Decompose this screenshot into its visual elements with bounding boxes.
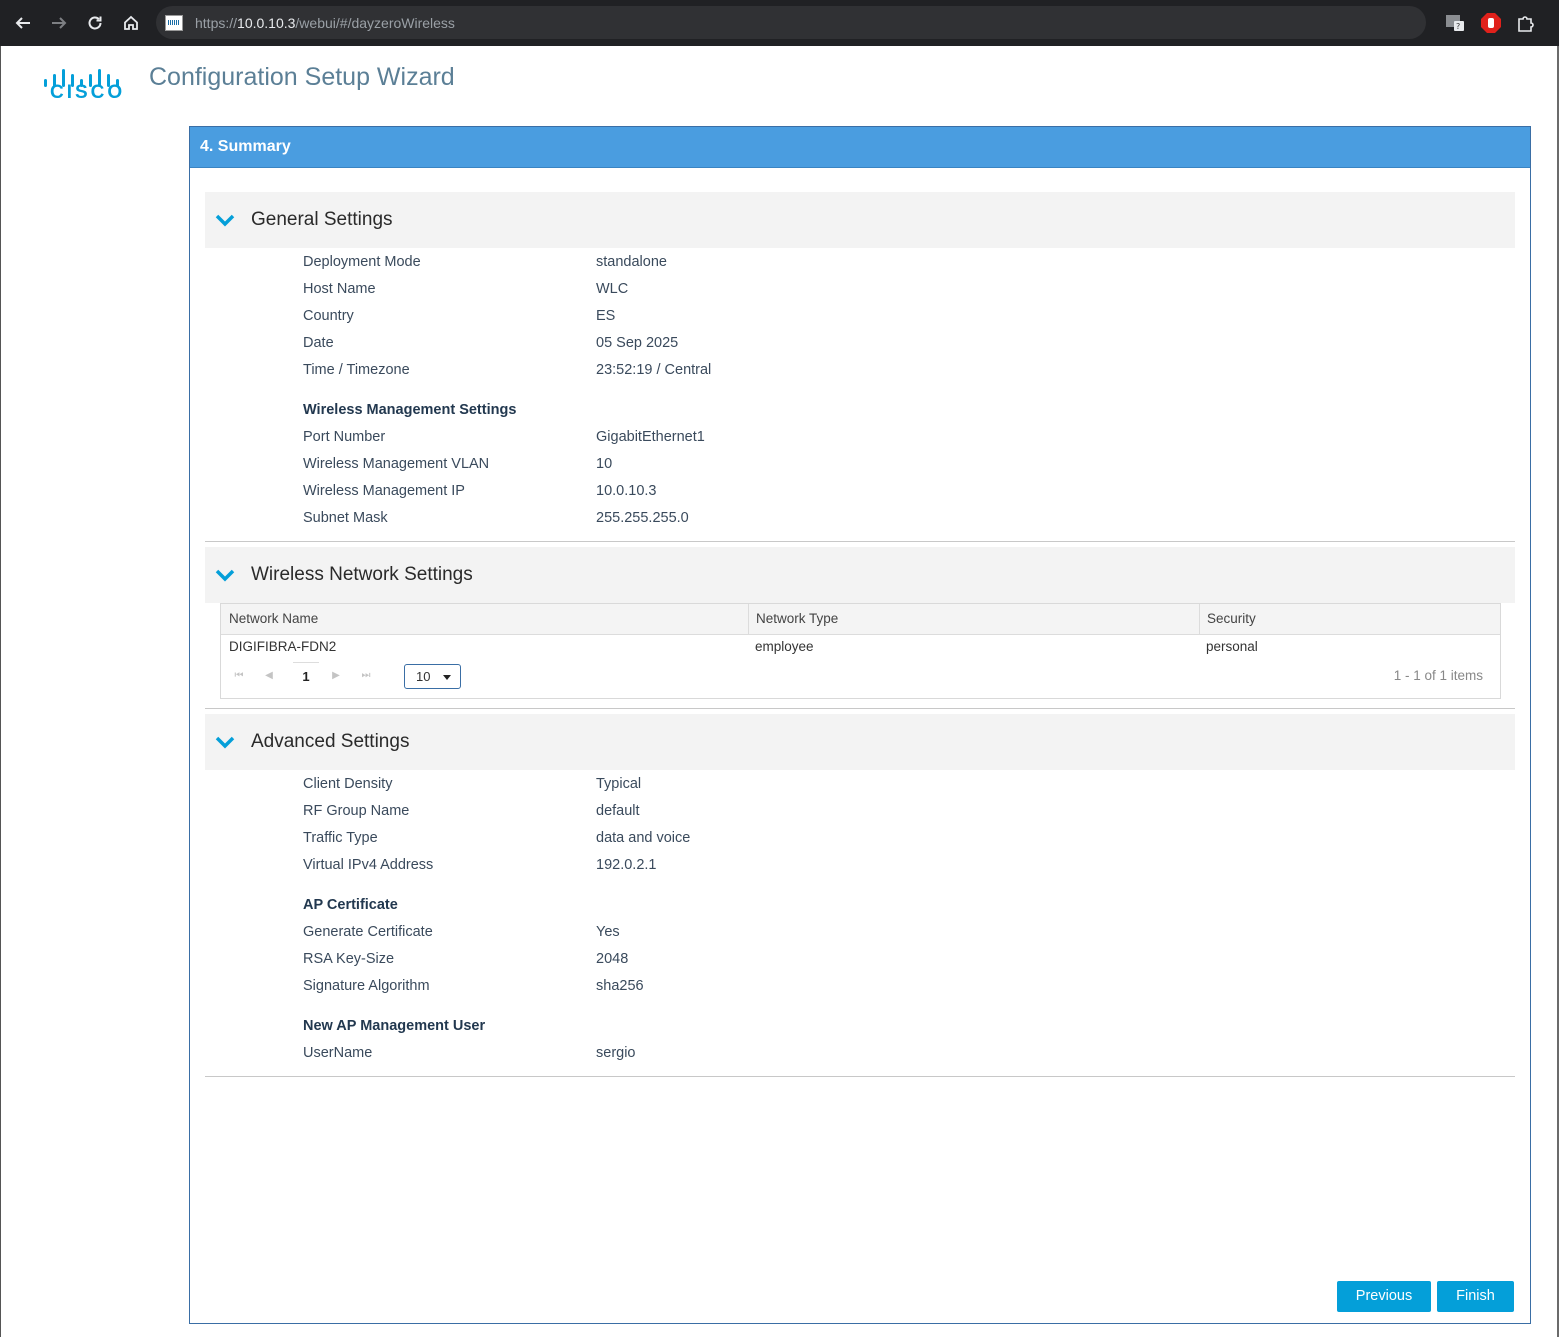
home-icon bbox=[124, 15, 138, 30]
cell-security: personal bbox=[1206, 639, 1258, 654]
column-header-network-type[interactable]: Network Type bbox=[748, 604, 1199, 634]
section-title: Advanced Settings bbox=[251, 731, 410, 752]
previous-button[interactable]: Previous bbox=[1337, 1281, 1431, 1312]
window-border bbox=[0, 46, 1, 1337]
first-page-icon[interactable]: ⏮ bbox=[231, 662, 247, 690]
section-title: General Settings bbox=[251, 209, 393, 230]
chevron-down-icon bbox=[215, 214, 235, 227]
home-button[interactable] bbox=[113, 5, 149, 41]
back-button[interactable] bbox=[5, 5, 41, 41]
page-size-value: 10 bbox=[416, 669, 431, 684]
address-bar[interactable]: https://10.0.10.3/webui/#/dayzeroWireles… bbox=[156, 6, 1426, 39]
section-divider bbox=[205, 1076, 1515, 1077]
forward-button[interactable] bbox=[41, 5, 77, 41]
column-header-security[interactable]: Security bbox=[1199, 604, 1500, 634]
arrow-left-icon bbox=[15, 17, 30, 29]
cell-network-type: employee bbox=[755, 639, 814, 654]
current-page[interactable]: 1 bbox=[293, 662, 319, 691]
chevron-down-icon bbox=[215, 569, 235, 582]
wireless-network-settings-header[interactable]: Wireless Network Settings bbox=[205, 547, 1515, 603]
translate-extension-icon[interactable]: ? bbox=[1445, 12, 1467, 34]
last-page-icon[interactable]: ⏭ bbox=[358, 662, 374, 690]
browser-toolbar: https://10.0.10.3/webui/#/dayzeroWireles… bbox=[0, 0, 1559, 46]
reload-button[interactable] bbox=[77, 5, 113, 41]
ap-certificate-subheading: AP Certificate bbox=[303, 897, 398, 913]
section-title: Wireless Network Settings bbox=[251, 564, 473, 585]
grid-pager: ⏮ ◀ 1 ▶ ⏭ 10 1 - 1 of 1 items bbox=[221, 662, 1500, 694]
cell-network-name: DIGIFIBRA-FDN2 bbox=[229, 639, 337, 654]
section-divider bbox=[205, 541, 1515, 542]
page-title: Configuration Setup Wizard bbox=[149, 63, 455, 91]
address-url: https://10.0.10.3/webui/#/dayzeroWireles… bbox=[195, 14, 455, 31]
items-count: 1 - 1 of 1 items bbox=[1393, 668, 1483, 683]
table-row[interactable]: DIGIFIBRA-FDN2 employee personal bbox=[221, 635, 1500, 659]
finish-button[interactable]: Finish bbox=[1437, 1281, 1514, 1312]
adblock-extension-icon[interactable] bbox=[1480, 12, 1502, 34]
extensions-puzzle-icon[interactable] bbox=[1515, 12, 1537, 34]
general-settings-header[interactable]: General Settings bbox=[205, 192, 1515, 248]
arrow-right-icon bbox=[52, 17, 67, 29]
caret-down-icon bbox=[443, 675, 451, 680]
advanced-settings-header[interactable]: Advanced Settings bbox=[205, 714, 1515, 770]
column-header-network-name[interactable]: Network Name bbox=[221, 604, 748, 634]
chevron-down-icon bbox=[215, 736, 235, 749]
summary-panel: 4. Summary General Settings Deployment M… bbox=[189, 126, 1531, 1324]
grid-header: Network Name Network Type Security bbox=[221, 604, 1500, 635]
cisco-logo-text: CISCO bbox=[50, 82, 126, 103]
page-size-select[interactable]: 10 bbox=[404, 664, 461, 689]
wireless-networks-grid: Network Name Network Type Security DIGIF… bbox=[220, 603, 1501, 699]
site-favicon-icon bbox=[165, 14, 183, 31]
prev-page-icon[interactable]: ◀ bbox=[261, 662, 277, 690]
ap-management-user-subheading: New AP Management User bbox=[303, 1018, 486, 1034]
section-divider bbox=[205, 708, 1515, 709]
reload-icon bbox=[88, 16, 102, 30]
next-page-icon[interactable]: ▶ bbox=[328, 662, 344, 690]
svg-text:?: ? bbox=[1456, 22, 1460, 31]
wireless-management-subheading: Wireless Management Settings bbox=[303, 402, 517, 418]
panel-title: 4. Summary bbox=[190, 127, 1530, 168]
